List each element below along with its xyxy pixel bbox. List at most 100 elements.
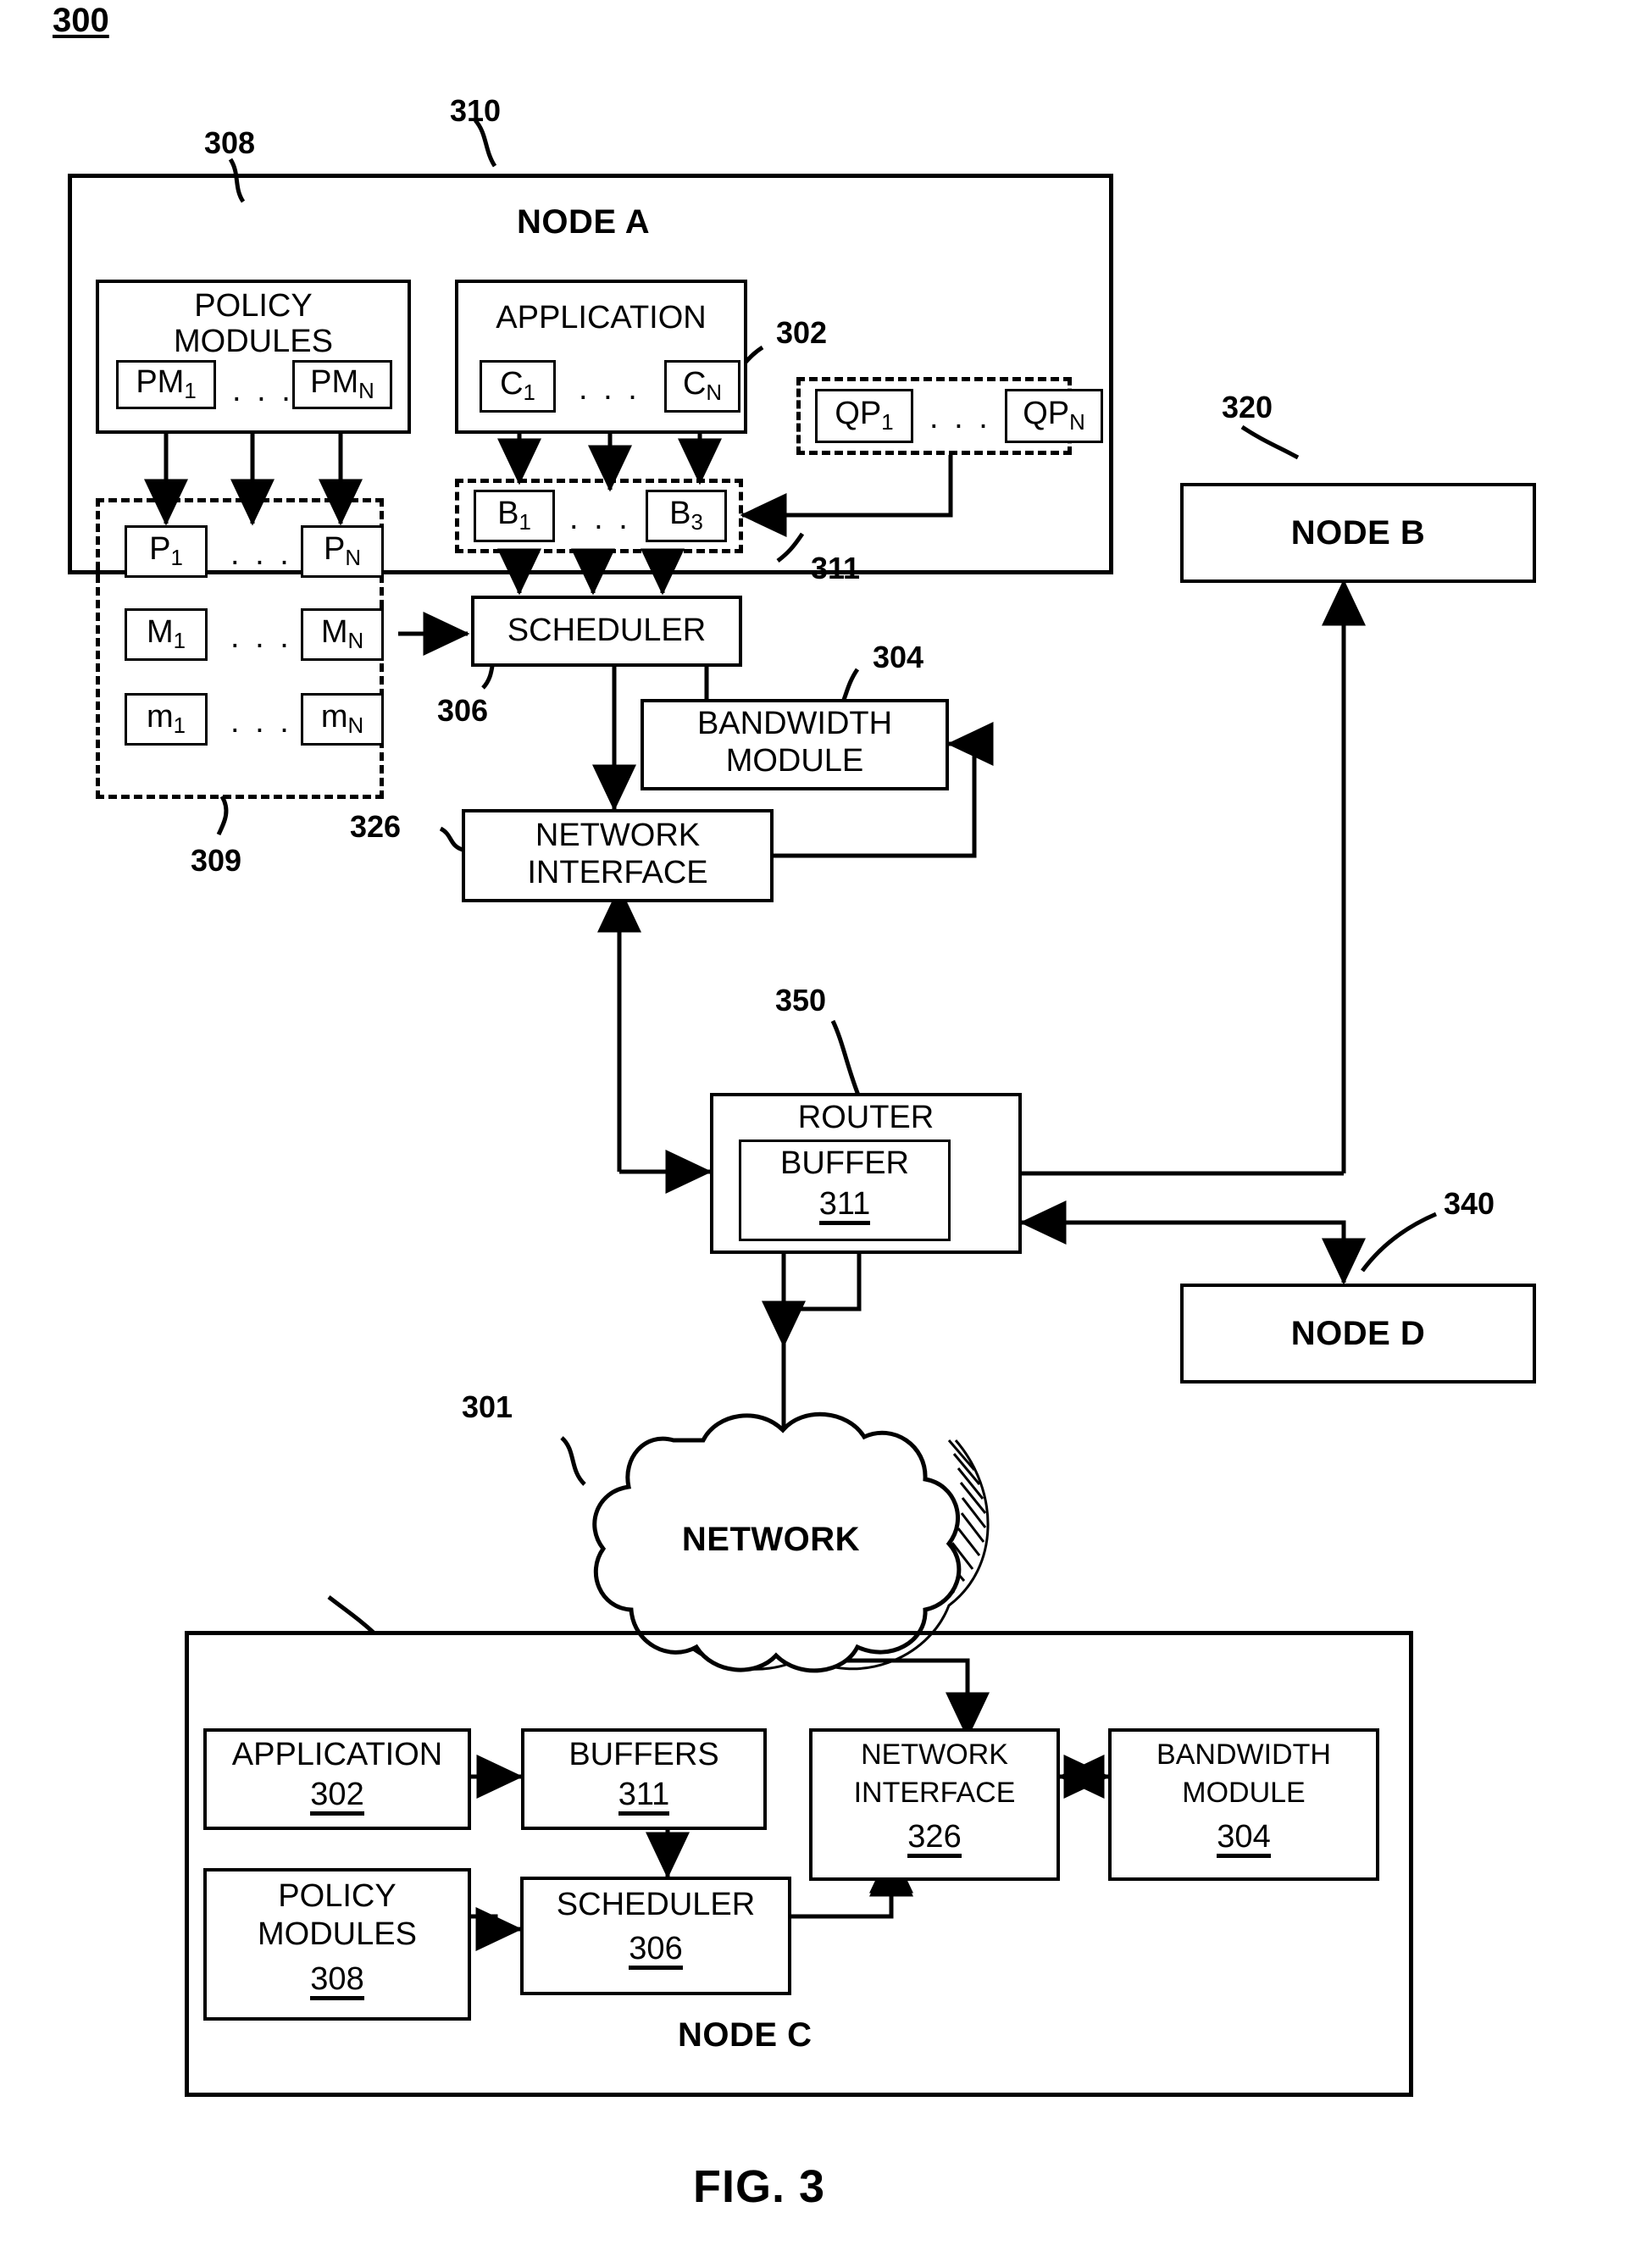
pm1-sub: 1 bbox=[184, 380, 197, 404]
policy-modules-title-line1: POLICY bbox=[194, 288, 313, 324]
node-c-netif-ref: 326 bbox=[907, 1821, 962, 1858]
node-c-buffers-ref: 311 bbox=[618, 1778, 670, 1816]
node-c-title: NODE C bbox=[678, 2016, 812, 2054]
policy-modules-box: POLICY MODULES bbox=[96, 280, 411, 434]
buffers-ellipsis: . . . bbox=[569, 501, 631, 536]
ref-326: 326 bbox=[350, 809, 402, 844]
node-a-bandwidth-module-box: BANDWIDTH MODULE bbox=[641, 699, 949, 790]
b1-base: B bbox=[497, 495, 519, 531]
figure-number: 300 bbox=[53, 2, 109, 39]
c1-sub: 1 bbox=[523, 381, 535, 406]
qp1-base: QP bbox=[835, 395, 882, 431]
ref-302: 302 bbox=[776, 315, 828, 350]
policy-grid-ellipsis-row1: . . . bbox=[230, 536, 292, 572]
node-c-policy-line2: MODULES bbox=[258, 1916, 417, 1952]
node-c-bandwidth-ref: 304 bbox=[1217, 1821, 1271, 1858]
policy-module-pmn: PMN bbox=[292, 360, 392, 409]
policy-grid-ellipsis-row3: . . . bbox=[230, 704, 292, 740]
ref-301: 301 bbox=[462, 1389, 513, 1424]
node-c-network-interface-box: NETWORK INTERFACE 326 bbox=[809, 1728, 1060, 1881]
queue-pair-qp1: QP1 bbox=[815, 389, 913, 443]
m1-base: M bbox=[146, 613, 174, 650]
node-a-bandwidth-line1: BANDWIDTH bbox=[696, 706, 893, 741]
application-connection-c1: C1 bbox=[480, 360, 556, 413]
policy-cell-mn: MN bbox=[301, 608, 384, 661]
ref-309: 309 bbox=[191, 843, 242, 878]
qpn-base: QP bbox=[1023, 395, 1070, 431]
router-title: ROUTER bbox=[797, 1100, 935, 1135]
node-c-scheduler-ref: 306 bbox=[629, 1933, 683, 1970]
m1-sub: 1 bbox=[173, 629, 186, 654]
ref-310: 310 bbox=[450, 93, 502, 128]
node-d-box: NODE D bbox=[1180, 1284, 1536, 1384]
ref-311-node-a: 311 bbox=[811, 551, 861, 585]
router-buffer-label: BUFFER bbox=[780, 1145, 909, 1181]
node-c-policy-ref: 308 bbox=[310, 1963, 364, 2000]
node-c-bandwidth-line1: BANDWIDTH bbox=[1156, 1738, 1331, 1771]
node-a-scheduler-label: SCHEDULER bbox=[507, 613, 707, 649]
b3-sub: 3 bbox=[690, 511, 703, 535]
router-buffer-ref: 311 bbox=[818, 1188, 871, 1225]
node-c-policy-modules-box: POLICY MODULES 308 bbox=[203, 1868, 471, 2021]
router-buffer-box: BUFFER 311 bbox=[739, 1140, 951, 1241]
qp1-sub: 1 bbox=[881, 411, 894, 435]
policy-modules-title-line2: MODULES bbox=[174, 324, 333, 359]
node-a-title: NODE A bbox=[517, 203, 651, 241]
node-c-application-box: APPLICATION 302 bbox=[203, 1728, 471, 1830]
cn-base: C bbox=[682, 365, 707, 402]
node-c-application-label: APPLICATION bbox=[231, 1737, 443, 1772]
p1-base: P bbox=[149, 530, 171, 567]
ref-306: 306 bbox=[437, 693, 489, 728]
policy-modules-ellipsis: . . . bbox=[232, 373, 294, 408]
pm1-base: PM bbox=[136, 363, 185, 400]
queue-pairs-ellipsis: . . . bbox=[929, 400, 991, 435]
node-d-title: NODE D bbox=[1290, 1315, 1426, 1352]
lower-m1-base: m bbox=[146, 698, 174, 735]
node-b-box: NODE B bbox=[1180, 483, 1536, 583]
figure-caption: FIG. 3 bbox=[693, 2161, 826, 2212]
node-c-buffers-label: BUFFERS bbox=[568, 1737, 719, 1772]
policy-cell-m1: M1 bbox=[125, 608, 208, 661]
node-c-netif-line1: NETWORK bbox=[861, 1738, 1008, 1771]
ref-308: 308 bbox=[204, 125, 256, 160]
application-ellipsis: . . . bbox=[579, 371, 641, 407]
policy-cell-lower-mn: mN bbox=[301, 693, 384, 746]
mn-base: M bbox=[320, 613, 348, 650]
ref-340: 340 bbox=[1444, 1186, 1495, 1221]
p1-sub: 1 bbox=[170, 546, 183, 571]
buffer-b3: B3 bbox=[646, 490, 727, 542]
ref-350: 350 bbox=[775, 983, 827, 1018]
b3-base: B bbox=[669, 495, 691, 531]
patent-figure-300: 300 NODE A 310 POLICY MODULES 308 PM1 . … bbox=[0, 0, 1625, 2268]
mn-sub: N bbox=[347, 629, 364, 654]
node-c-scheduler-box: SCHEDULER 306 bbox=[520, 1877, 791, 1995]
node-c-scheduler-label: SCHEDULER bbox=[556, 1887, 756, 1922]
buffer-b1: B1 bbox=[474, 490, 555, 542]
lower-mn-base: m bbox=[320, 698, 348, 735]
node-c-application-ref: 302 bbox=[310, 1778, 364, 1816]
pmn-sub: N bbox=[358, 380, 374, 404]
policy-cell-pn: PN bbox=[301, 525, 384, 578]
ref-304: 304 bbox=[873, 640, 924, 674]
pn-sub: N bbox=[345, 546, 361, 571]
policy-module-pm1: PM1 bbox=[116, 360, 216, 409]
policy-cell-lower-m1: m1 bbox=[125, 693, 208, 746]
node-c-netif-line2: INTERFACE bbox=[853, 1777, 1016, 1809]
node-c-policy-line1: POLICY bbox=[278, 1878, 397, 1914]
policy-grid-ellipsis-row2: . . . bbox=[230, 619, 292, 655]
queue-pair-qpn: QPN bbox=[1005, 389, 1103, 443]
ref-320: 320 bbox=[1222, 390, 1273, 424]
qpn-sub: N bbox=[1069, 411, 1085, 435]
node-a-bandwidth-line2: MODULE bbox=[725, 743, 864, 779]
node-c-bandwidth-line2: MODULE bbox=[1182, 1777, 1306, 1809]
c1-base: C bbox=[500, 365, 524, 402]
node-a-netif-line2: INTERFACE bbox=[527, 855, 708, 890]
policy-cell-p1: P1 bbox=[125, 525, 208, 578]
node-b-title: NODE B bbox=[1290, 514, 1426, 552]
network-cloud-label: NETWORK bbox=[681, 1521, 861, 1558]
node-c-buffers-box: BUFFERS 311 bbox=[521, 1728, 767, 1830]
node-a-netif-line1: NETWORK bbox=[535, 818, 701, 853]
lower-mn-sub: N bbox=[347, 714, 364, 739]
lower-m1-sub: 1 bbox=[173, 714, 186, 739]
pmn-base: PM bbox=[310, 363, 359, 400]
